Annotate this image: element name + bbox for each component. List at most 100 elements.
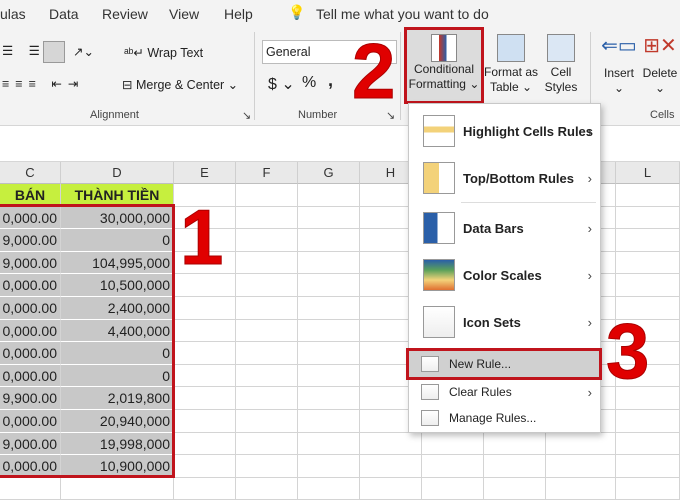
insert-button[interactable]: ⇐▭ Insert ⌄ — [600, 34, 638, 96]
cell[interactable]: 0,000.00 — [0, 455, 61, 478]
cell[interactable] — [298, 319, 360, 343]
format-as-table-button[interactable]: Format as Table ⌄ — [484, 34, 538, 95]
comma-button[interactable]: , — [328, 70, 333, 91]
cell[interactable] — [422, 455, 484, 478]
cell[interactable] — [236, 319, 298, 343]
menu-item-manage-rules[interactable]: Manage Rules... — [409, 406, 600, 430]
cell[interactable] — [298, 229, 360, 252]
cell[interactable] — [546, 477, 616, 500]
cell[interactable] — [174, 297, 236, 320]
cell[interactable] — [360, 455, 422, 478]
cell[interactable] — [546, 432, 616, 456]
cell[interactable]: 0,000.00 — [0, 206, 61, 230]
tab-data[interactable]: Data — [49, 6, 79, 22]
column-header-f[interactable]: F — [236, 162, 298, 184]
cell[interactable] — [360, 432, 422, 456]
cell[interactable]: 2,019,800 — [61, 387, 174, 410]
cell[interactable]: 30,000,000 — [61, 206, 174, 230]
cell[interactable] — [616, 477, 680, 500]
conditional-formatting-button[interactable]: Conditional Formatting ⌄ — [404, 27, 484, 104]
cell[interactable] — [0, 477, 61, 500]
cell[interactable] — [298, 432, 360, 456]
menu-item-new-rule[interactable]: New Rule... — [406, 348, 602, 380]
cell[interactable] — [236, 206, 298, 230]
tell-me-search[interactable]: Tell me what you want to do — [316, 6, 489, 22]
cell[interactable]: 19,998,000 — [61, 432, 174, 456]
cell[interactable] — [484, 455, 546, 478]
cell[interactable]: 9,000.00 — [0, 229, 61, 252]
cell[interactable] — [174, 319, 236, 343]
cell[interactable] — [360, 477, 422, 500]
column-header-g[interactable]: G — [298, 162, 360, 184]
cell[interactable] — [616, 184, 680, 207]
tab-view[interactable]: View — [169, 6, 199, 22]
cell[interactable] — [174, 477, 236, 500]
cell[interactable] — [616, 251, 680, 275]
cell[interactable] — [236, 477, 298, 500]
align-top-icons[interactable]: ☰ ☰ — [2, 43, 46, 58]
cell[interactable] — [298, 455, 360, 478]
cell[interactable]: 0,000.00 — [0, 410, 61, 433]
cell[interactable]: 0 — [61, 342, 174, 365]
cell[interactable] — [298, 251, 360, 275]
cell[interactable] — [174, 387, 236, 410]
align-bottom-button[interactable] — [43, 41, 65, 63]
cell[interactable] — [61, 477, 174, 500]
menu-item-highlight-cells-rules[interactable]: Highlight Cells Rules › — [409, 110, 600, 152]
cell[interactable] — [616, 274, 680, 297]
currency-button[interactable]: $ ⌄ — [268, 74, 295, 94]
cell[interactable]: 20,940,000 — [61, 410, 174, 433]
cell[interactable] — [298, 274, 360, 297]
cell[interactable] — [298, 364, 360, 388]
cell[interactable] — [298, 184, 360, 207]
cell[interactable] — [616, 410, 680, 433]
cell[interactable] — [298, 297, 360, 320]
cell[interactable] — [422, 477, 484, 500]
column-header-e[interactable]: E — [174, 162, 236, 184]
cell[interactable]: 104,995,000 — [61, 251, 174, 275]
column-header-d[interactable]: D — [61, 162, 174, 184]
dialog-launcher-icon[interactable]: ↘ — [242, 109, 251, 122]
align-left-center-right-icons[interactable]: ≡≡≡ ⇤⇥ — [2, 76, 84, 91]
cell[interactable] — [236, 410, 298, 433]
column-header-c[interactable]: C — [0, 162, 61, 184]
cell[interactable] — [298, 410, 360, 433]
merge-center-button[interactable]: ⊟ Merge & Center ⌄ — [122, 77, 238, 92]
cell-styles-button[interactable]: Cell Styles ⌄ — [538, 34, 584, 110]
cell[interactable] — [484, 477, 546, 500]
cell[interactable] — [174, 455, 236, 478]
cell[interactable]: 9,000.00 — [0, 251, 61, 275]
cell[interactable] — [484, 432, 546, 456]
tab-review[interactable]: Review — [102, 6, 148, 22]
cell[interactable]: 9,000.00 — [0, 432, 61, 456]
cell[interactable] — [236, 274, 298, 297]
tab-formulas[interactable]: ulas — [0, 6, 26, 22]
cell[interactable] — [616, 229, 680, 252]
cell[interactable]: 2,400,000 — [61, 297, 174, 320]
cell[interactable] — [298, 206, 360, 230]
cell[interactable] — [298, 387, 360, 410]
cell[interactable] — [616, 455, 680, 478]
cell[interactable] — [236, 455, 298, 478]
cell[interactable]: 0,000.00 — [0, 319, 61, 343]
cell[interactable] — [236, 432, 298, 456]
menu-item-top-bottom-rules[interactable]: Top/Bottom Rules › — [409, 156, 600, 200]
delete-button[interactable]: ⊞✕ Delete ⌄ — [640, 34, 680, 96]
cell[interactable]: 0,000.00 — [0, 342, 61, 365]
cell[interactable] — [174, 410, 236, 433]
menu-item-data-bars[interactable]: Data Bars › — [409, 206, 600, 250]
cell[interactable] — [616, 432, 680, 456]
wrap-text-button[interactable]: ᵃᵇ↵ Wrap Text — [124, 45, 203, 60]
cell[interactable] — [546, 455, 616, 478]
column-header-l[interactable]: L — [616, 162, 680, 184]
cell[interactable]: 10,900,000 — [61, 455, 174, 478]
menu-item-icon-sets[interactable]: Icon Sets › — [409, 300, 600, 344]
tab-help[interactable]: Help — [224, 6, 253, 22]
menu-item-color-scales[interactable]: Color Scales › — [409, 253, 600, 297]
cell[interactable] — [174, 432, 236, 456]
cell[interactable] — [174, 342, 236, 365]
cell[interactable] — [236, 229, 298, 252]
cell[interactable] — [616, 206, 680, 230]
cell[interactable]: 0,000.00 — [0, 274, 61, 297]
header-thanh-tien[interactable]: THÀNH TIỀN — [61, 184, 174, 207]
